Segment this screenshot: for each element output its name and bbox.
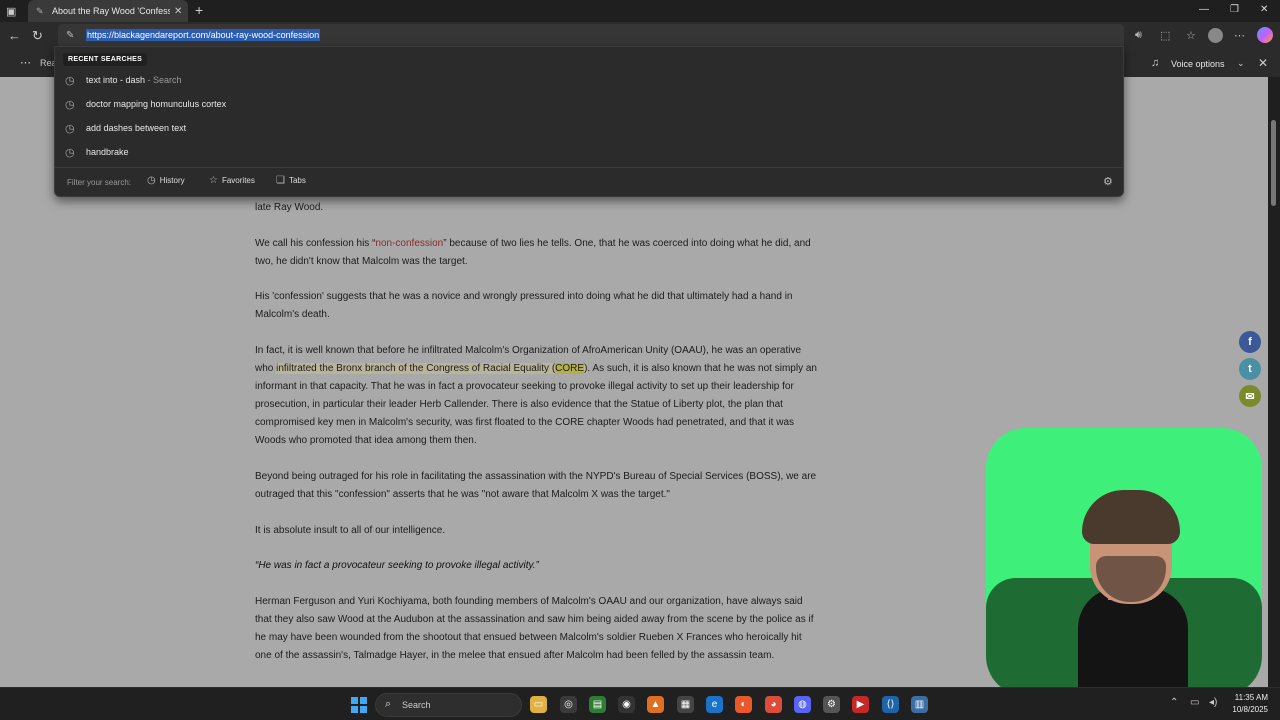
tabs-filter-button[interactable]: ❏ Tabs [276,175,306,186]
refresh-button[interactable]: ↻ [32,28,43,44]
voice-options-icon[interactable]: ♫ [1151,57,1159,69]
tray-chevron-icon[interactable]: ⌃ [1170,697,1178,708]
tabs-icon: ❏ [276,175,285,186]
paragraph: Herman Ferguson and Yuri Kochiyama, both… [255,596,814,661]
profile-avatar[interactable] [1208,28,1223,43]
close-reader-icon[interactable]: ✕ [1258,56,1268,70]
site-info-icon[interactable]: ✎ [66,30,74,41]
suggestion-text: text into - dash - Search [86,75,182,85]
app-icon[interactable]: ▤ [589,696,606,713]
taskbar-search-placeholder: Search [402,700,431,710]
address-suggestions-dropdown: RECENT SEARCHES ◷ text into - dash - Sea… [54,46,1124,197]
maximize-button[interactable]: ❐ [1230,4,1239,15]
vlc-icon[interactable]: ▲ [647,696,664,713]
paragraph: late Ray Wood. [255,202,324,213]
webcam-overlay [986,428,1262,696]
paragraph-text: We call his confession his “ [255,238,376,249]
tab-title: About the Ray Wood 'Confession [52,6,170,16]
suggestion-item[interactable]: ◷ add dashes between text [55,117,1123,141]
paragraph: His 'confession' suggests that he was a … [255,291,793,320]
history-icon: ◷ [147,175,156,186]
discord-icon[interactable]: ◍ [794,696,811,713]
suggestion-text: handbrake [86,147,129,157]
suggestion-text: add dashes between text [86,123,187,133]
edge-icon[interactable]: e [706,696,723,713]
facebook-icon[interactable]: f [1239,331,1261,353]
new-tab-button[interactable]: + [195,2,203,18]
firefox-icon[interactable]: ◐ [735,696,752,713]
suggestion-item[interactable]: ◷ handbrake [55,141,1123,165]
webcam-person-hair [1082,490,1180,544]
paragraph: Beyond being outraged for his role in fa… [255,471,817,500]
pull-quote: “He was in fact a provocateur seeking to… [255,560,539,571]
filter-search-label: Filter your search: [67,178,132,187]
chrome-icon[interactable]: ◕ [765,696,782,713]
extensions-icon[interactable]: ⬚ [1160,29,1170,42]
vscode-icon[interactable]: ⟨⟩ [882,696,899,713]
browser-tab[interactable]: ✎ About the Ray Wood 'Confession ✕ [28,0,188,22]
history-filter-button[interactable]: ◷ History [147,175,185,186]
paragraph: In fact, it is well known that before he… [255,342,821,450]
app-icon[interactable]: ◎ [560,696,577,713]
back-button[interactable]: ← [8,28,21,43]
address-bar[interactable]: ✎ https://blackagendareport.com/about-ra… [58,24,1124,48]
title-bar: ▣ ✎ About the Ray Wood 'Confession ✕ + —… [0,0,1280,22]
copilot-icon[interactable] [1257,27,1273,43]
highlighted-text: infiltrated the Bronx branch of the Cong… [276,363,556,374]
paragraph: It is absolute insult to all of our inte… [255,525,446,536]
tab-close-icon[interactable]: ✕ [174,6,182,17]
more-menu-icon[interactable]: ⋯ [1234,29,1245,42]
app-icon[interactable]: ⚙ [823,696,840,713]
suggestion-item[interactable]: ◷ doctor mapping homunculus cortex [55,93,1123,117]
start-button[interactable] [351,697,367,713]
close-window-button[interactable]: ✕ [1260,4,1268,15]
media-player-icon[interactable]: ▶ [852,696,869,713]
paragraph-text: . As such, it is also known that he was … [255,363,817,446]
reader-more-icon[interactable]: ⋯ [20,56,31,69]
email-icon[interactable]: ✉ [1239,385,1261,407]
webcam-person-body [1078,588,1188,696]
highlighted-word: CORE [555,363,585,374]
app-icon[interactable]: ◉ [618,696,635,713]
window-menu-icon[interactable]: ▣ [6,5,18,18]
favorites-filter-button[interactable]: ☆ Favorites [209,175,255,186]
scrollbar-thumb[interactable] [1271,120,1276,206]
taskbar: ⌕ Search ▭ ◎ ▤ ◉ ▲ ▦ e ◐ ◕ ◍ ⚙ ▶ ⟨⟩ ▥ ⌃ … [0,687,1280,720]
non-confession-link[interactable]: non-confession [375,238,443,249]
history-clock-icon: ◷ [65,123,75,135]
suggestion-text: doctor mapping homunculus cortex [86,99,227,109]
history-clock-icon: ◷ [65,99,75,111]
chevron-down-icon[interactable]: ⌄ [1237,58,1245,69]
star-icon: ☆ [209,175,218,186]
voice-options-button[interactable]: Voice options [1171,59,1225,69]
history-clock-icon: ◷ [65,75,75,87]
app-icon[interactable]: ▦ [677,696,694,713]
favorites-star-icon[interactable]: ☆ [1186,29,1196,42]
tray-icon[interactable]: ▭ [1190,697,1199,708]
search-icon: ⌕ [385,698,392,710]
read-aloud-icon[interactable]: 🔊︎ [1135,29,1142,42]
recent-searches-header: RECENT SEARCHES [63,53,148,66]
volume-icon[interactable]: ◂) [1209,697,1217,708]
minimize-button[interactable]: — [1199,4,1209,15]
tab-favicon-icon: ✎ [36,6,44,16]
dropdown-divider [55,167,1123,168]
app-icon[interactable]: ▥ [911,696,928,713]
file-explorer-icon[interactable]: ▭ [530,696,547,713]
taskbar-clock[interactable]: 11:35 AM 10/8/2025 [1226,692,1268,716]
suggestion-item[interactable]: ◷ text into - dash - Search [55,69,1123,93]
url-input[interactable]: https://blackagendareport.com/about-ray-… [86,29,321,41]
clock-time: 11:35 AM [1234,693,1268,702]
history-clock-icon: ◷ [65,147,75,159]
twitter-icon[interactable]: t [1239,358,1261,380]
paragraph: We call his confession his “non-confessi… [255,235,821,271]
clock-date: 10/8/2025 [1232,705,1268,714]
gear-icon[interactable]: ⚙ [1103,175,1113,188]
taskbar-search[interactable]: ⌕ Search [375,693,522,717]
